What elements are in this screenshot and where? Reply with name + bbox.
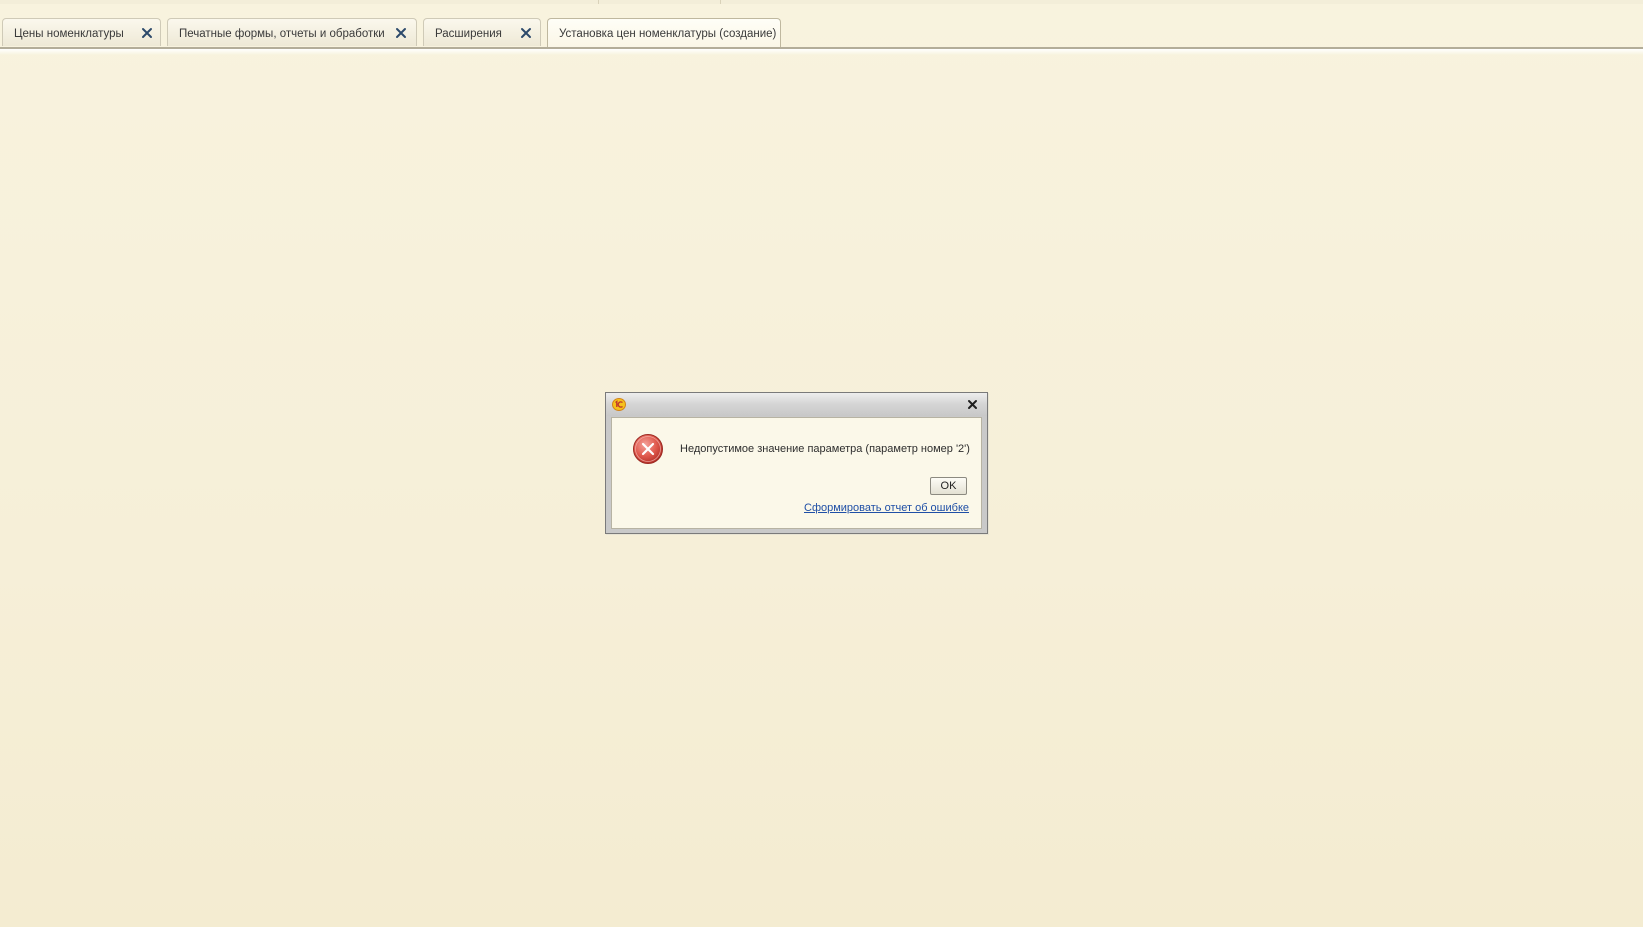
dialog-body: Недопустимое значение параметра (парамет… xyxy=(611,417,982,529)
tab-label: Печатные формы, отчеты и обработки xyxy=(179,28,385,40)
error-report-link[interactable]: Сформировать отчет об ошибке xyxy=(804,502,969,514)
error-icon xyxy=(632,433,664,465)
close-icon[interactable] xyxy=(518,25,534,41)
tab-label: Установка цен номенклатуры (создание) xyxy=(559,28,777,40)
close-icon[interactable] xyxy=(139,25,155,41)
error-dialog: Недопустимое значение параметра (парамет… xyxy=(605,392,988,534)
tab-nomenclature-prices[interactable]: Цены номенклатуры xyxy=(2,18,161,46)
tab-bar-shadow xyxy=(0,49,1643,55)
close-icon[interactable] xyxy=(966,398,979,411)
tab-print-forms[interactable]: Печатные формы, отчеты и обработки xyxy=(167,18,417,46)
menu-separator xyxy=(720,0,721,4)
tab-bar: Цены номенклатуры Печатные формы, отчеты… xyxy=(0,18,1643,49)
tab-extensions[interactable]: Расширения xyxy=(423,18,541,46)
dialog-titlebar[interactable] xyxy=(606,393,987,416)
tab-price-setting-create[interactable]: Установка цен номенклатуры (создание) xyxy=(547,18,781,48)
top-menu-strip xyxy=(0,0,1643,4)
tab-label: Расширения xyxy=(435,28,502,40)
1c-logo-icon xyxy=(612,398,626,411)
tab-label: Цены номенклатуры xyxy=(14,28,124,40)
menu-separator xyxy=(598,0,599,4)
ok-button[interactable]: OK xyxy=(930,477,967,495)
close-icon[interactable] xyxy=(393,25,409,41)
error-message: Недопустимое значение параметра (парамет… xyxy=(680,443,970,455)
